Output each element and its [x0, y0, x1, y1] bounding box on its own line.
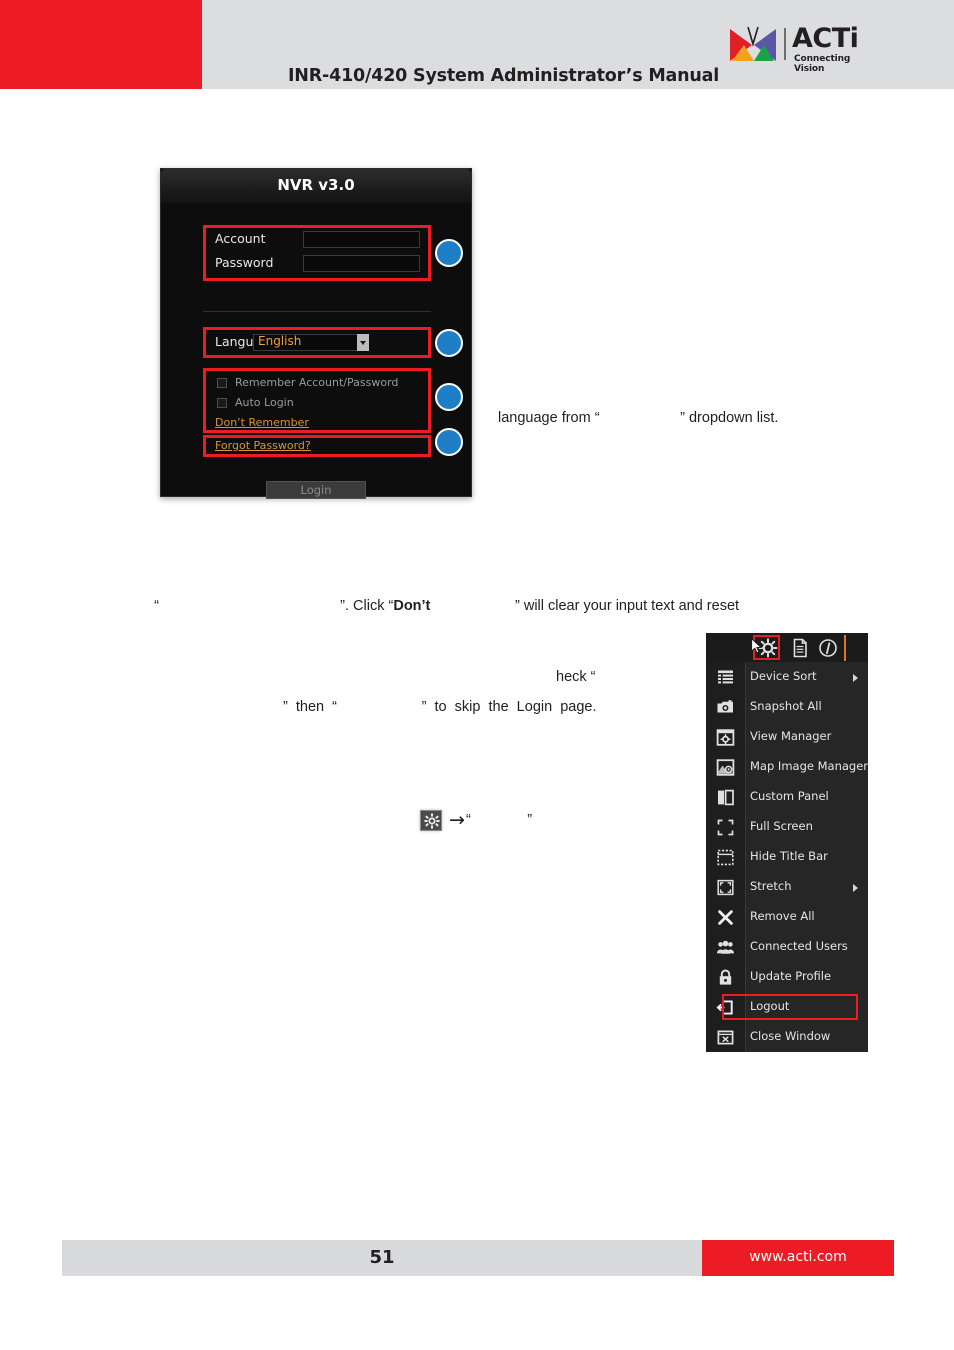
menu-item-label: Remove All: [750, 909, 815, 923]
menu-item-full-screen[interactable]: Full Screen: [706, 812, 868, 842]
logo-divider: [784, 28, 786, 60]
menu-item-label: Snapshot All: [750, 699, 822, 713]
context-menu-panel: Device Sort Snapshot All View Manager Ma…: [706, 662, 868, 1052]
callout-marker-4: [435, 428, 463, 456]
acti-tagline: Connecting Vision: [794, 54, 851, 74]
menu-item-update-profile[interactable]: Update Profile: [706, 962, 868, 992]
page-header: INR-410/420 System Administrator’s Manua…: [0, 0, 954, 89]
prose-gear-quote: “ ”: [466, 812, 533, 828]
mouse-cursor-icon: [751, 638, 762, 654]
prose-language-line: language from “ ” dropdown list.: [498, 410, 779, 426]
menu-item-view-manager[interactable]: View Manager: [706, 722, 868, 752]
menu-item-label: Update Profile: [750, 969, 832, 983]
dont-remember-link[interactable]: Don’t Remember: [215, 416, 309, 429]
users-icon: [717, 940, 734, 954]
header-red-block: [0, 0, 202, 89]
prose-check-line: heck “: [556, 669, 596, 685]
menu-item-label: Hide Title Bar: [750, 849, 828, 863]
panel-icon: [718, 789, 734, 806]
dialog-divider: [203, 311, 431, 312]
prose-dont-post: ” will clear your input text and reset: [430, 598, 740, 614]
menu-item-label: Connected Users: [750, 939, 848, 953]
password-input[interactable]: [303, 255, 420, 272]
callout-box-logout: [722, 994, 858, 1020]
menu-item-hide-title-bar[interactable]: Hide Title Bar: [706, 842, 868, 872]
nvr-context-menu: Device Sort Snapshot All View Manager Ma…: [706, 633, 868, 1052]
menu-item-snapshot-all[interactable]: Snapshot All: [706, 692, 868, 722]
nvr-dialog-body: Account Password Language English Rememb…: [161, 203, 471, 499]
info-icon[interactable]: [818, 638, 838, 658]
menu-item-stretch[interactable]: Stretch: [706, 872, 868, 902]
lock-icon: [719, 969, 732, 985]
menu-item-label: Device Sort: [750, 669, 817, 683]
login-button[interactable]: Login: [266, 481, 366, 499]
callout-marker-2: [435, 329, 463, 357]
arrow-right-icon: →: [449, 809, 465, 831]
context-menu-toolbar: [706, 633, 868, 663]
auto-login-label: Auto Login: [235, 396, 294, 409]
close-x-icon: [718, 910, 733, 925]
account-input[interactable]: [303, 231, 420, 248]
list-icon: [718, 670, 733, 684]
menu-item-label: Stretch: [750, 879, 792, 893]
prose-dont-pre: “ ”. Click “: [154, 598, 394, 614]
language-selected-value: English: [258, 334, 302, 348]
nvr-dialog-titlebar: NVR v3.0: [161, 169, 471, 204]
chevron-right-icon: [853, 884, 858, 892]
callout-marker-3: [435, 383, 463, 411]
document-icon[interactable]: [790, 638, 810, 658]
forgot-password-link[interactable]: Forgot Password?: [215, 439, 311, 452]
hide-titlebar-icon: [717, 849, 734, 866]
nvr-dialog-title: NVR v3.0: [277, 176, 355, 194]
menu-item-label: Full Screen: [750, 819, 813, 833]
view-gear-icon: [716, 729, 735, 746]
gear-glyph-icon: [424, 813, 440, 829]
menu-item-label: Map Image Manager: [750, 759, 869, 773]
menu-item-label: View Manager: [750, 729, 832, 743]
callout-marker-1: [435, 239, 463, 267]
menu-item-label: Close Window: [750, 1029, 831, 1043]
menu-item-device-sort[interactable]: Device Sort: [706, 662, 868, 692]
prose-dont-bold: Don’t: [393, 598, 431, 614]
account-label: Account: [215, 231, 266, 246]
remember-label: Remember Account/Password: [235, 376, 399, 389]
stretch-icon: [717, 879, 734, 896]
chevron-down-icon[interactable]: [357, 334, 369, 351]
chevron-right-icon: [853, 674, 858, 682]
auto-login-checkbox[interactable]: [217, 398, 227, 408]
menu-item-remove-all[interactable]: Remove All: [706, 902, 868, 932]
gear-icon: [420, 810, 442, 831]
prose-then-line: ” then “ ” to skip the Login page.: [283, 699, 597, 715]
map-gear-icon: [716, 759, 735, 776]
menu-item-custom-panel[interactable]: Custom Panel: [706, 782, 868, 812]
acti-wordmark: ACTi: [792, 23, 859, 54]
footer-url[interactable]: www.acti.com: [702, 1249, 894, 1265]
page-title: INR-410/420 System Administrator’s Manua…: [288, 66, 720, 86]
acti-logo: ACTi Connecting Vision: [730, 23, 870, 74]
acti-butterfly-icon: [730, 27, 776, 61]
prose-dont-remember-line: “ ”. Click “Don’t ” will clear your inpu…: [146, 582, 739, 614]
camera-icon: [717, 700, 733, 713]
menu-item-map-image-manager[interactable]: Map Image Manager: [706, 752, 868, 782]
menu-item-connected-users[interactable]: Connected Users: [706, 932, 868, 962]
menu-item-label: Custom Panel: [750, 789, 829, 803]
menu-item-close-window[interactable]: Close Window: [706, 1022, 868, 1052]
page-number: 51: [369, 1247, 395, 1268]
fullscreen-icon: [717, 819, 734, 836]
close-window-icon: [717, 1030, 734, 1045]
remember-checkbox[interactable]: [217, 378, 227, 388]
nvr-login-dialog: NVR v3.0 Account Password Language Engli…: [160, 168, 472, 499]
password-label: Password: [215, 255, 274, 270]
toolbar-separator: [844, 635, 846, 661]
